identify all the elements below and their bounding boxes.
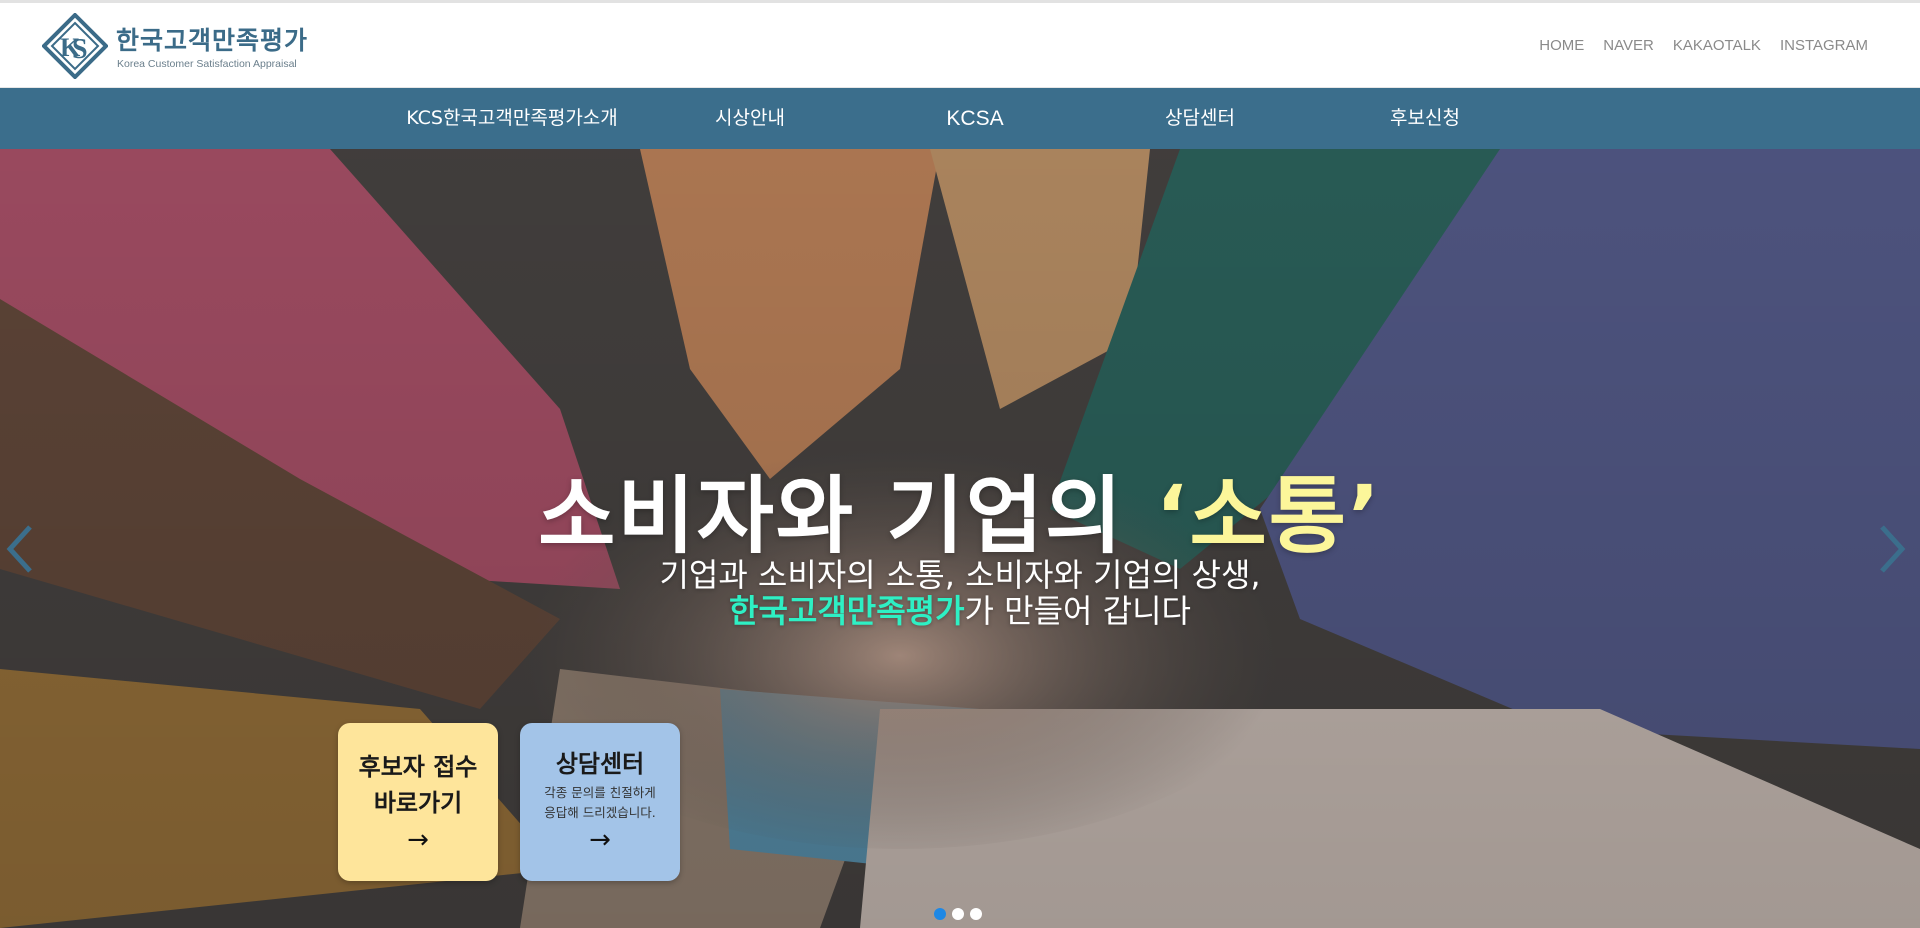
kcs-logo-icon: K S (42, 13, 108, 79)
consult-card-title: 상담센터 (555, 750, 645, 778)
hero-slider: 소비자와 기업의 ‘소통’ 기업과 소비자의 소통, 소비자와 기업의 상생, … (0, 149, 1920, 928)
nav-item-award-info[interactable]: 시상안내 (715, 88, 785, 149)
consult-card-desc: 각종 문의를 친절하게 응답해 드리겠습니다. (520, 783, 680, 823)
hero-subtitle-line1: 기업과 소비자의 소통, 소비자와 기업의 상생, (659, 556, 1261, 594)
main-nav: KCS한국고객만족평가소개 시상안내 KCSA 상담센터 후보신청 (0, 88, 1920, 149)
nav-item-consult-center[interactable]: 상담센터 (1165, 88, 1235, 149)
hero-subtitle: 기업과 소비자의 소통, 소비자와 기업의 상생, 한국고객만족평가가 만들어 … (0, 557, 1920, 629)
consult-card-desc2: 응답해 드리겠습니다. (544, 805, 656, 820)
site-header: K S 한국고객만족평가 Korea Customer Satisfaction… (0, 3, 1920, 88)
hero-subtitle-highlight: 한국고객만족평가 (729, 592, 965, 630)
carousel-dot[interactable] (970, 908, 982, 920)
carousel-dot[interactable] (934, 908, 946, 920)
consult-card-desc1: 각종 문의를 친절하게 (544, 785, 656, 800)
home-link[interactable]: HOME (1539, 37, 1584, 54)
carousel-dot[interactable] (952, 908, 964, 920)
instagram-link[interactable]: INSTAGRAM (1780, 37, 1868, 54)
logo-subtitle: Korea Customer Satisfaction Appraisal (117, 58, 297, 70)
consult-center-card[interactable]: 상담센터 각종 문의를 친절하게 응답해 드리겠습니다. → (520, 723, 680, 881)
apply-card-line1: 후보자 접수 (358, 753, 478, 781)
nav-item-candidate-apply[interactable]: 후보신청 (1390, 88, 1460, 149)
naver-link[interactable]: NAVER (1603, 37, 1654, 54)
hero-title: 소비자와 기업의 ‘소통’ (0, 449, 1920, 570)
candidate-apply-card[interactable]: 후보자 접수 바로가기 → (338, 723, 498, 881)
apply-card-title: 후보자 접수 바로가기 (338, 749, 498, 821)
carousel-dots (934, 908, 988, 920)
arrow-right-icon: → (407, 825, 429, 855)
svg-text:S: S (72, 34, 88, 65)
nav-item-kcsa[interactable]: KCSA (946, 88, 1003, 149)
hero-title-main: 소비자와 기업의 (538, 467, 1156, 565)
kakaotalk-link[interactable]: KAKAOTALK (1673, 37, 1761, 54)
logo-title: 한국고객만족평가 (116, 26, 309, 55)
hero-subtitle-line2-rest: 가 만들어 갑니다 (964, 592, 1191, 630)
arrow-right-icon: → (589, 825, 611, 855)
hero-subtitle-line2: 한국고객만족평가가 만들어 갑니다 (0, 593, 1920, 629)
site-logo[interactable]: K S 한국고객만족평가 Korea Customer Satisfaction… (42, 13, 322, 79)
hero-title-highlight: ‘소통’ (1155, 467, 1382, 565)
apply-card-line2: 바로가기 (373, 789, 463, 817)
nav-item-kcs-intro[interactable]: KCS한국고객만족평가소개 (406, 88, 618, 149)
top-links: HOME NAVER KAKAOTALK INSTAGRAM (1520, 37, 1868, 54)
